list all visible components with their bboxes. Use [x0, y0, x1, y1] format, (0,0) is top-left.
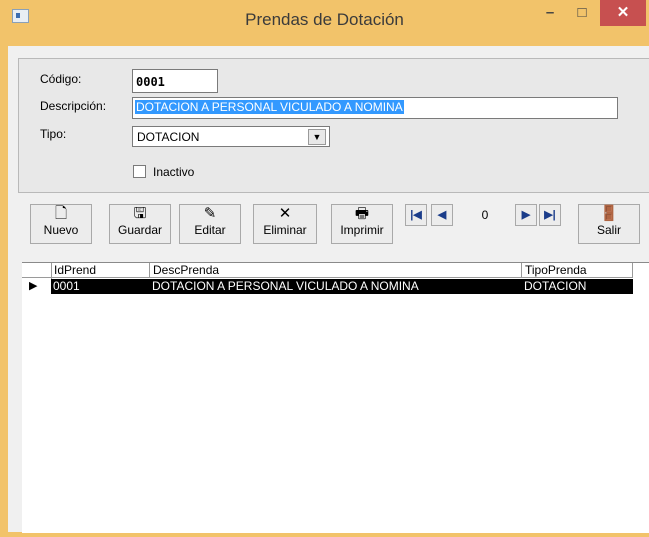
codigo-label: Código:: [40, 72, 82, 86]
codigo-field[interactable]: 0001: [132, 69, 218, 93]
previous-record-button[interactable]: ◀: [431, 204, 453, 226]
guardar-label: Guardar: [117, 223, 163, 237]
editar-button[interactable]: ✎ Editar: [179, 204, 241, 244]
cell-descprenda: DOTACION A PERSONAL VICULADO A NOMINA: [152, 279, 419, 293]
minimize-button[interactable]: –: [536, 0, 564, 26]
last-record-button[interactable]: ▶|: [539, 204, 561, 226]
header-separator: [22, 277, 633, 278]
guardar-button[interactable]: 🖫 Guardar: [109, 204, 171, 244]
column-header-idprend[interactable]: IdPrend: [51, 263, 150, 277]
form-group: [18, 58, 649, 193]
delete-icon: ✕: [278, 205, 292, 222]
new-document-icon: 🗋: [54, 205, 68, 222]
tipo-label: Tipo:: [40, 127, 67, 141]
exit-door-icon: 🚪: [599, 205, 619, 222]
record-counter: 0: [481, 208, 489, 222]
eliminar-label: Eliminar: [263, 223, 307, 237]
maximize-button[interactable]: □: [568, 0, 596, 26]
nuevo-label: Nuevo: [43, 223, 79, 237]
inactivo-checkbox[interactable]: [133, 165, 146, 178]
cell-tipoprenda: DOTACION: [524, 279, 587, 293]
cell-idprend: 0001: [53, 279, 80, 293]
nuevo-button[interactable]: 🗋 Nuevo: [30, 204, 92, 244]
descripcion-label: Descripción:: [40, 99, 107, 113]
imprimir-button[interactable]: 🖶 Imprimir: [331, 204, 393, 244]
table-row[interactable]: 0001 DOTACION A PERSONAL VICULADO A NOMI…: [51, 279, 633, 294]
save-icon: 🖫: [133, 205, 147, 222]
eliminar-button[interactable]: ✕ Eliminar: [253, 204, 317, 244]
app-window: Prendas de Dotación – □ ✕ Código: 0001 D…: [0, 0, 649, 537]
inactivo-label: Inactivo: [153, 165, 195, 179]
imprimir-label: Imprimir: [340, 223, 384, 237]
chevron-down-icon[interactable]: ▼: [308, 129, 326, 145]
next-record-button[interactable]: ▶: [515, 204, 537, 226]
descripcion-field[interactable]: DOTACION A PERSONAL VICULADO A NOMINA: [132, 97, 618, 119]
salir-button[interactable]: 🚪 Salir: [578, 204, 640, 244]
editar-label: Editar: [194, 223, 226, 237]
column-header-descprenda[interactable]: DescPrenda: [150, 263, 522, 277]
data-grid[interactable]: IdPrend DescPrenda TipoPrenda ▶ 0001 DOT…: [22, 262, 649, 533]
close-button[interactable]: ✕: [600, 0, 646, 26]
row-selector-arrow-icon[interactable]: ▶: [22, 279, 51, 294]
printer-icon: 🖶: [354, 205, 370, 222]
descripcion-value: DOTACION A PERSONAL VICULADO A NOMINA: [135, 100, 404, 114]
salir-label: Salir: [596, 223, 621, 237]
column-header-tipoprenda[interactable]: TipoPrenda: [522, 263, 633, 277]
first-record-button[interactable]: |◀: [405, 204, 427, 226]
edit-icon: ✎: [203, 205, 217, 222]
title-bar[interactable]: Prendas de Dotación – □ ✕: [0, 0, 649, 46]
tipo-select[interactable]: DOTACION: [132, 126, 330, 147]
